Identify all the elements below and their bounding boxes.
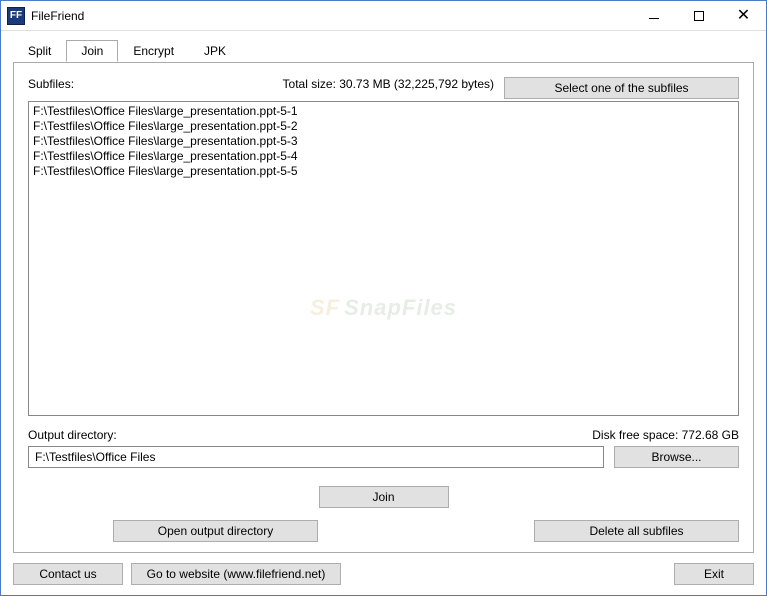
subfiles-listbox[interactable]: F:\Testfiles\Office Files\large_presenta… <box>28 101 739 416</box>
app-title: FileFriend <box>31 9 631 23</box>
output-directory-label: Output directory: <box>28 428 117 442</box>
tab-jpk[interactable]: JPK <box>189 40 241 62</box>
select-subfile-button[interactable]: Select one of the subfiles <box>504 77 739 99</box>
list-item[interactable]: F:\Testfiles\Office Files\large_presenta… <box>33 134 734 149</box>
tab-split[interactable]: Split <box>13 40 66 62</box>
list-item[interactable]: F:\Testfiles\Office Files\large_presenta… <box>33 149 734 164</box>
join-panel: Subfiles: Total size: 30.73 MB (32,225,7… <box>13 62 754 553</box>
tab-bar: Split Join Encrypt JPK <box>13 40 754 63</box>
maximize-button[interactable] <box>676 1 721 30</box>
titlebar: FF FileFriend ✕ <box>1 1 766 31</box>
open-output-button[interactable]: Open output directory <box>113 520 318 542</box>
minimize-button[interactable] <box>631 1 676 30</box>
content-area: Split Join Encrypt JPK Subfiles: Total s… <box>1 31 766 595</box>
maximize-icon <box>694 11 704 21</box>
tab-join[interactable]: Join <box>66 40 118 62</box>
app-icon: FF <box>7 7 25 25</box>
contact-button[interactable]: Contact us <box>13 563 123 585</box>
footer-bar: Contact us Go to website (www.filefriend… <box>13 561 754 587</box>
subfiles-label: Subfiles: <box>28 77 74 91</box>
subfiles-section: Subfiles: Total size: 30.73 MB (32,225,7… <box>28 77 739 99</box>
delete-subfiles-button[interactable]: Delete all subfiles <box>534 520 739 542</box>
close-button[interactable]: ✕ <box>721 1 766 30</box>
list-item[interactable]: F:\Testfiles\Office Files\large_presenta… <box>33 119 734 134</box>
disk-free-label: Disk free space: 772.68 GB <box>592 428 739 442</box>
tab-encrypt[interactable]: Encrypt <box>118 40 189 62</box>
list-item[interactable]: F:\Testfiles\Office Files\large_presenta… <box>33 164 734 179</box>
browse-button[interactable]: Browse... <box>614 446 739 468</box>
total-size-label: Total size: 30.73 MB (32,225,792 bytes) <box>283 77 494 91</box>
list-item[interactable]: F:\Testfiles\Office Files\large_presenta… <box>33 104 734 119</box>
exit-button[interactable]: Exit <box>674 563 754 585</box>
window-controls: ✕ <box>631 1 766 30</box>
close-icon: ✕ <box>737 8 750 24</box>
join-button[interactable]: Join <box>319 486 449 508</box>
website-button[interactable]: Go to website (www.filefriend.net) <box>131 563 341 585</box>
output-directory-input[interactable] <box>28 446 604 468</box>
minimize-icon <box>649 18 659 19</box>
